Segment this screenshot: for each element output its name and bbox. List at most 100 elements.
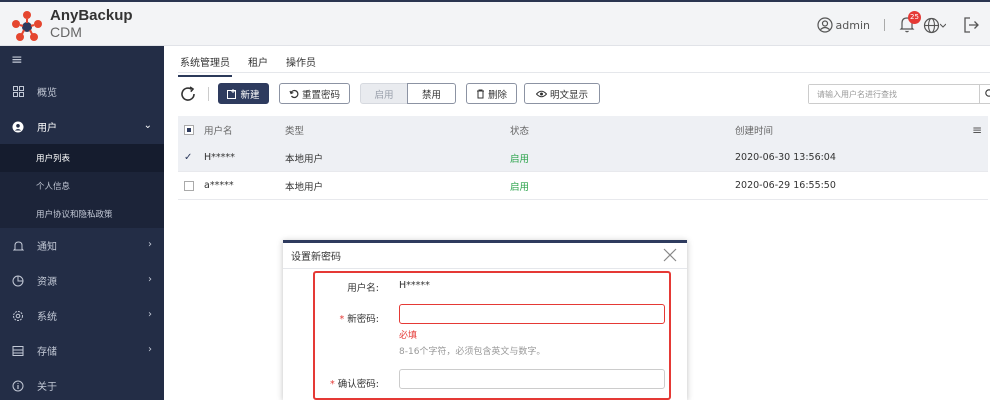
- gear-icon: [11, 309, 25, 323]
- cell-created: 2020-06-29 16:55:50: [735, 180, 836, 191]
- storage-icon: [11, 344, 25, 358]
- bell-icon: [11, 239, 25, 253]
- logout-icon[interactable]: [962, 16, 980, 34]
- sidebar-item-label: 存储: [37, 347, 57, 358]
- username-label: admin: [835, 18, 870, 32]
- sidebar-subitem-agreement-privacy[interactable]: 用户协议和隐私政策: [0, 200, 164, 228]
- set-password-dialog: 设置新密码 用户名: H***** * 新密码: 必填 8-16个字符，必须包含…: [283, 240, 687, 400]
- reset-password-button[interactable]: 重置密码: [279, 83, 350, 104]
- tab-system-admin[interactable]: 系统管理员: [178, 52, 232, 77]
- notifications-button[interactable]: 25: [899, 10, 921, 36]
- column-header-type: 类型: [285, 126, 305, 137]
- sidebar-item-system[interactable]: 系统 ›: [0, 298, 164, 333]
- cell-status: 启用: [510, 181, 530, 193]
- trash-icon: [476, 89, 484, 98]
- new-password-field[interactable]: [399, 304, 665, 324]
- sidebar-item-overview[interactable]: 概览: [0, 74, 164, 109]
- brand-name: AnyBackup: [50, 7, 133, 24]
- eye-icon: [535, 90, 547, 97]
- tab-tenant[interactable]: 租户: [246, 52, 270, 77]
- sidebar-item-label: 资源: [37, 277, 57, 288]
- disable-button[interactable]: 禁用: [407, 83, 456, 104]
- row-checkbox[interactable]: [184, 181, 194, 191]
- reset-icon: [289, 89, 299, 98]
- add-icon: [227, 88, 237, 99]
- new-button-label: 新建: [240, 89, 260, 101]
- cell-username: a*****: [204, 180, 234, 191]
- brand-subtitle: CDM: [50, 24, 82, 40]
- user-icon: [11, 120, 25, 134]
- delete-label: 删除: [487, 89, 507, 101]
- user-menu[interactable]: admin: [816, 17, 870, 33]
- sidebar-item-about[interactable]: 关于: [0, 368, 164, 400]
- chevron-right-icon: ›: [148, 274, 152, 285]
- divider: [884, 19, 885, 31]
- sidebar-item-label: 用户: [37, 123, 57, 134]
- reset-password-label: 重置密码: [301, 89, 340, 101]
- confirm-password-row: * 确认密码:: [315, 376, 379, 390]
- anybackup-logo-icon: [12, 11, 42, 41]
- username-label: 用户名:: [347, 283, 379, 294]
- sidebar-item-notifications[interactable]: 通知 ›: [0, 228, 164, 263]
- show-plaintext-button[interactable]: 明文显示: [524, 83, 600, 104]
- required-mark: *: [330, 379, 335, 390]
- search-box: [808, 84, 990, 104]
- confirm-password-label: 确认密码:: [337, 379, 379, 390]
- cell-username: H*****: [204, 152, 235, 163]
- column-header-created: 创建时间: [735, 126, 774, 137]
- enable-button[interactable]: 启用: [360, 83, 408, 104]
- sidebar-item-resources[interactable]: 资源 ›: [0, 263, 164, 298]
- tab-operator[interactable]: 操作员: [284, 52, 318, 77]
- search-button[interactable]: [979, 85, 990, 103]
- delete-button[interactable]: 删除: [466, 83, 517, 104]
- notification-badge: 25: [908, 10, 921, 24]
- dialog-header: 设置新密码: [283, 243, 687, 269]
- info-icon: [11, 379, 25, 393]
- show-plaintext-label: 明文显示: [549, 89, 588, 101]
- chevron-right-icon: ›: [148, 239, 152, 250]
- toolbar: 新建 重置密码 启用 禁用 删除 明文显示: [178, 83, 990, 105]
- chevron-right-icon: ›: [148, 344, 152, 355]
- menu-toggle-icon[interactable]: ≡: [0, 46, 164, 74]
- user-table: 用户名 类型 状态 创建时间 ≡ ✓ H***** 本地用户 启用 2020-0…: [178, 116, 988, 200]
- confirm-password-field[interactable]: [399, 369, 665, 389]
- tab-bar: 系统管理员 租户 操作员: [178, 52, 318, 77]
- close-icon[interactable]: [663, 248, 677, 262]
- top-bar: AnyBackup CDM admin 25: [0, 0, 990, 46]
- globe-icon: [923, 17, 940, 33]
- new-password-label-wrap: * 新密码:: [309, 311, 379, 325]
- tab-divider: [178, 72, 990, 73]
- table-row[interactable]: a***** 本地用户 启用 2020-06-29 16:55:50: [178, 172, 988, 200]
- table-row[interactable]: ✓ H***** 本地用户 启用 2020-06-30 13:56:04: [178, 144, 988, 172]
- dialog-title: 设置新密码: [291, 252, 341, 263]
- chevron-down-icon: [940, 23, 946, 28]
- user-avatar-icon: [816, 17, 833, 33]
- column-header-status: 状态: [510, 126, 530, 137]
- toolbar-divider: [208, 87, 209, 101]
- new-password-row: * 新密码:: [315, 311, 379, 325]
- column-settings-icon[interactable]: ≡: [972, 123, 982, 137]
- confirm-password-label-wrap: * 确认密码:: [309, 376, 379, 390]
- sidebar-item-label: 概览: [37, 88, 57, 99]
- chevron-right-icon: ›: [148, 309, 152, 320]
- table-header: 用户名 类型 状态 创建时间 ≡: [178, 116, 988, 144]
- sidebar-item-storage[interactable]: 存储 ›: [0, 333, 164, 368]
- top-right-controls: admin 25: [816, 10, 980, 36]
- pie-chart-icon: [11, 274, 25, 288]
- refresh-icon[interactable]: [178, 84, 198, 104]
- username-row: 用户名:: [315, 280, 379, 294]
- sidebar-subitem-personal-info[interactable]: 个人信息: [0, 172, 164, 200]
- search-input[interactable]: [809, 85, 979, 103]
- language-button[interactable]: [923, 17, 946, 34]
- cell-type: 本地用户: [285, 181, 324, 193]
- sidebar-subitem-user-list[interactable]: 用户列表: [0, 144, 164, 172]
- sidebar-item-label: 通知: [37, 242, 57, 253]
- grid-icon: [11, 85, 25, 99]
- checkmark-icon[interactable]: ✓: [184, 152, 192, 163]
- select-all-checkbox[interactable]: [184, 125, 194, 135]
- new-button[interactable]: 新建: [218, 83, 269, 104]
- sidebar-item-users[interactable]: 用户 ⌄: [0, 109, 164, 144]
- required-error-text: 必填: [399, 331, 418, 341]
- chevron-down-icon: ⌄: [143, 120, 152, 131]
- new-password-label: 新密码:: [347, 314, 379, 325]
